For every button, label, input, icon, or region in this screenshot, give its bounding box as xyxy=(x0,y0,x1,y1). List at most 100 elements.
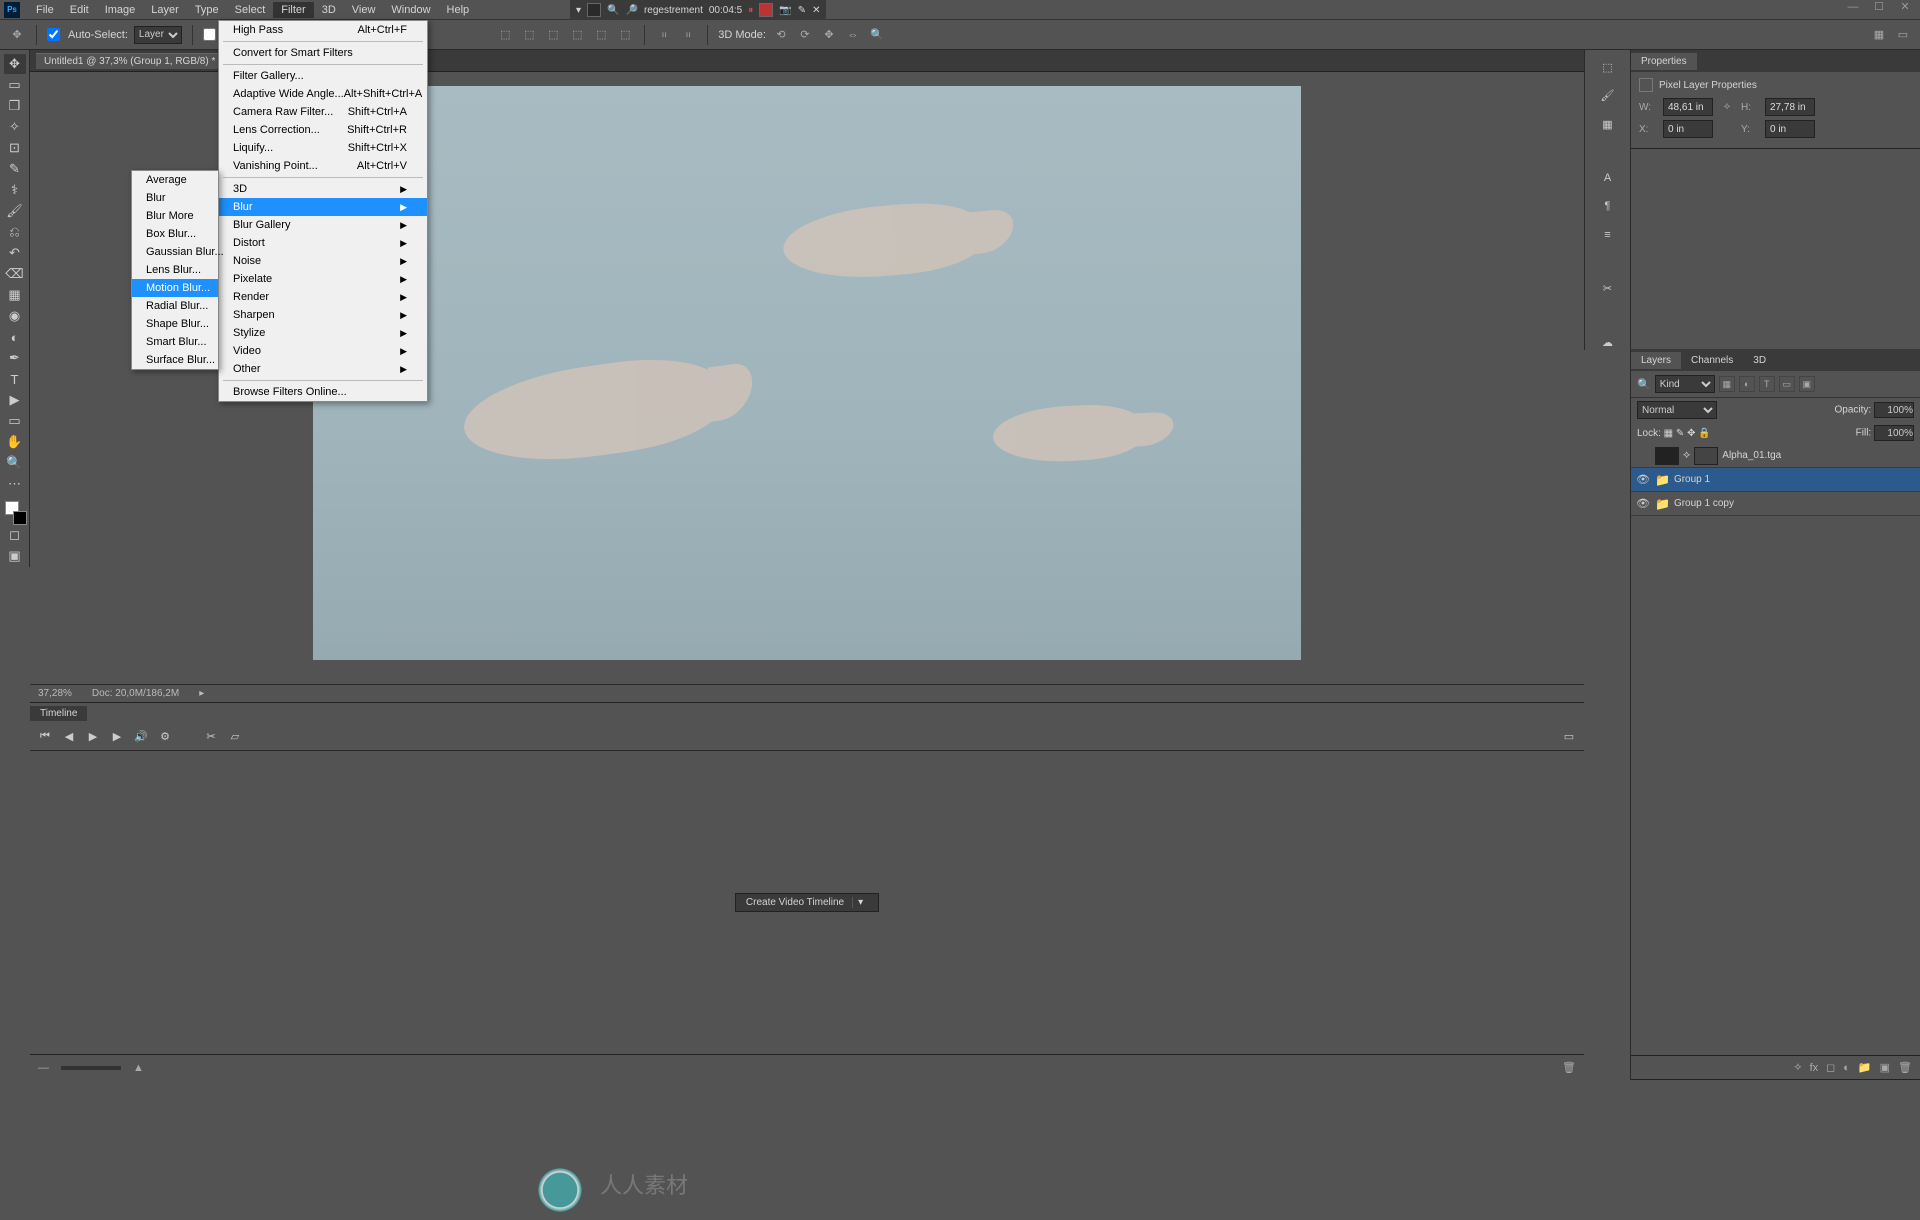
menu-type[interactable]: Type xyxy=(187,2,227,18)
align-right-icon[interactable]: ⬚ xyxy=(544,26,562,44)
layer-visibility-icon[interactable]: 👁 xyxy=(1635,497,1651,510)
timeline-tab[interactable]: Timeline xyxy=(30,706,87,721)
layer-row[interactable]: ⟡Alpha_01.tga xyxy=(1631,444,1920,468)
edit-toolbar[interactable]: ⋯ xyxy=(4,474,26,494)
filter-menu-item[interactable]: Lens Correction...Shift+Ctrl+R xyxy=(219,121,427,139)
hand-tool[interactable]: ✋ xyxy=(4,432,26,452)
blur-tool[interactable]: ◉ xyxy=(4,306,26,326)
timeline-split-icon[interactable]: ✂ xyxy=(204,730,218,744)
zoom-level[interactable]: 37,28% xyxy=(38,688,72,699)
eraser-tool[interactable]: ⌫ xyxy=(4,264,26,284)
filter-menu-item[interactable]: Sharpen▶ xyxy=(219,306,427,324)
3d-slide-icon[interactable]: ⇔ xyxy=(844,26,862,44)
height-input[interactable] xyxy=(1765,98,1815,116)
filter-menu-item[interactable]: Filter Gallery... xyxy=(219,67,427,85)
filter-menu-item[interactable]: 3D▶ xyxy=(219,180,427,198)
menu-view[interactable]: View xyxy=(344,2,384,18)
menu-filter[interactable]: Filter xyxy=(273,2,313,18)
filter-menu-item[interactable]: Liquify...Shift+Ctrl+X xyxy=(219,139,427,157)
filter-menu-item[interactable]: High PassAlt+Ctrl+F xyxy=(219,21,427,39)
menu-image[interactable]: Image xyxy=(97,2,144,18)
create-video-timeline-button[interactable]: Create Video Timeline ▾ xyxy=(735,893,879,912)
timeline-settings-icon[interactable]: ⚙ xyxy=(158,730,172,744)
auto-select-target[interactable]: Layer xyxy=(134,26,182,44)
filter-menu-item[interactable]: Other▶ xyxy=(219,360,427,378)
healing-brush-tool[interactable]: ⚕ xyxy=(4,180,26,200)
history-panel-icon[interactable]: ⬚ xyxy=(1598,60,1618,74)
type-tool[interactable]: T xyxy=(4,369,26,389)
adjustment-layer-icon[interactable]: ◐ xyxy=(1843,1062,1850,1074)
menu-layer[interactable]: Layer xyxy=(143,2,187,18)
timeline-zoom-in-icon[interactable]: ▲ xyxy=(133,1062,144,1074)
eyedropper-tool[interactable]: ✎ xyxy=(4,159,26,179)
layer-fx-icon[interactable]: fx xyxy=(1810,1062,1819,1074)
filter-menu-item[interactable]: Camera Raw Filter...Shift+Ctrl+A xyxy=(219,103,427,121)
blur-menu-item[interactable]: Surface Blur... xyxy=(132,351,218,369)
status-arrow-icon[interactable]: ▸ xyxy=(199,688,204,699)
quick-mask-tool[interactable]: ◻ xyxy=(4,525,26,545)
layer-filter-kind[interactable]: Kind xyxy=(1655,375,1715,393)
move-tool[interactable]: ✥ xyxy=(4,54,26,74)
blur-menu-item[interactable]: Blur More xyxy=(132,207,218,225)
align-left-icon[interactable]: ⬚ xyxy=(496,26,514,44)
blur-menu-item[interactable]: Lens Blur... xyxy=(132,261,218,279)
swatches-panel-icon[interactable]: ▦ xyxy=(1598,117,1618,131)
width-input[interactable] xyxy=(1663,98,1713,116)
filter-shape-icon[interactable]: ▭ xyxy=(1779,376,1795,392)
menu-file[interactable]: File xyxy=(28,2,62,18)
distribute-icon[interactable]: ᱿ xyxy=(679,26,697,44)
blur-menu-item[interactable]: Box Blur... xyxy=(132,225,218,243)
gradient-tool[interactable]: ▦ xyxy=(4,285,26,305)
filter-menu-item[interactable]: Vanishing Point...Alt+Ctrl+V xyxy=(219,157,427,175)
crop-tool[interactable]: ⊡ xyxy=(4,138,26,158)
color-swatches[interactable] xyxy=(3,501,27,525)
panel-tab-layers[interactable]: Layers xyxy=(1631,352,1681,369)
create-timeline-dropdown-icon[interactable]: ▾ xyxy=(852,897,868,908)
3d-pan-icon[interactable]: ✥ xyxy=(820,26,838,44)
close-button[interactable]: ✕ xyxy=(1894,0,1916,16)
y-input[interactable] xyxy=(1765,120,1815,138)
timeline-next-frame-icon[interactable]: ▶ xyxy=(110,730,124,744)
filter-adjust-icon[interactable]: ◐ xyxy=(1739,376,1755,392)
timeline-trash-icon[interactable]: 🗑 xyxy=(1562,1061,1576,1074)
magic-wand-tool[interactable]: ✧ xyxy=(4,117,26,137)
screen-recorder-widget[interactable]: ▾🔍🔎 regestrement 00:04:5 ⏸📷✎✕ xyxy=(570,0,826,20)
filter-menu-item[interactable]: Convert for Smart Filters xyxy=(219,44,427,62)
menu-help[interactable]: Help xyxy=(439,2,478,18)
blur-menu-item[interactable]: Radial Blur... xyxy=(132,297,218,315)
properties-tab[interactable]: Properties xyxy=(1631,53,1697,70)
layer-row[interactable]: 👁📁Group 1 xyxy=(1631,468,1920,492)
auto-select-checkbox[interactable] xyxy=(47,28,60,41)
layer-mask-icon[interactable]: ◻ xyxy=(1826,1061,1835,1074)
align-bottom-icon[interactable]: ⬚ xyxy=(616,26,634,44)
blur-menu-item[interactable]: Motion Blur... xyxy=(132,279,218,297)
clone-stamp-tool[interactable]: ⎌ xyxy=(4,222,26,242)
brush-panel-icon[interactable]: 🖌 xyxy=(1598,88,1618,102)
align-top-icon[interactable]: ⬚ xyxy=(568,26,586,44)
new-layer-icon[interactable]: ▣ xyxy=(1880,1061,1890,1074)
character-panel-icon[interactable]: A xyxy=(1598,171,1618,185)
zoom-tool[interactable]: 🔍 xyxy=(4,453,26,473)
filter-menu-item[interactable]: Stylize▶ xyxy=(219,324,427,342)
blur-menu-item[interactable]: Gaussian Blur... xyxy=(132,243,218,261)
timeline-zoom-icon[interactable]: ▭ xyxy=(1562,730,1576,744)
history-brush-tool[interactable]: ↶ xyxy=(4,243,26,263)
timeline-prev-frame-icon[interactable]: ◀ xyxy=(62,730,76,744)
workspace-switcher-icon[interactable]: ▦ xyxy=(1870,26,1888,44)
menu-select[interactable]: Select xyxy=(227,2,274,18)
maximize-button[interactable]: ☐ xyxy=(1868,0,1890,16)
screen-mode-tool[interactable]: ▣ xyxy=(4,546,26,566)
3d-orbit-icon[interactable]: ⟲ xyxy=(772,26,790,44)
link-dimensions-icon[interactable]: ⟡ xyxy=(1719,99,1735,115)
document-canvas[interactable] xyxy=(313,86,1301,660)
blur-menu-item[interactable]: Smart Blur... xyxy=(132,333,218,351)
blend-mode-select[interactable]: Normal xyxy=(1637,401,1717,419)
menu-3d[interactable]: 3D xyxy=(314,2,344,18)
menu-edit[interactable]: Edit xyxy=(62,2,97,18)
timeline-first-frame-icon[interactable]: ⏮ xyxy=(38,730,52,744)
brush-tool[interactable]: 🖌 xyxy=(4,201,26,221)
filter-menu-item[interactable]: Adaptive Wide Angle...Alt+Shift+Ctrl+A xyxy=(219,85,427,103)
path-selection-tool[interactable]: ▶ xyxy=(4,390,26,410)
pen-tool[interactable]: ✒ xyxy=(4,348,26,368)
align-center-h-icon[interactable]: ⬚ xyxy=(520,26,538,44)
